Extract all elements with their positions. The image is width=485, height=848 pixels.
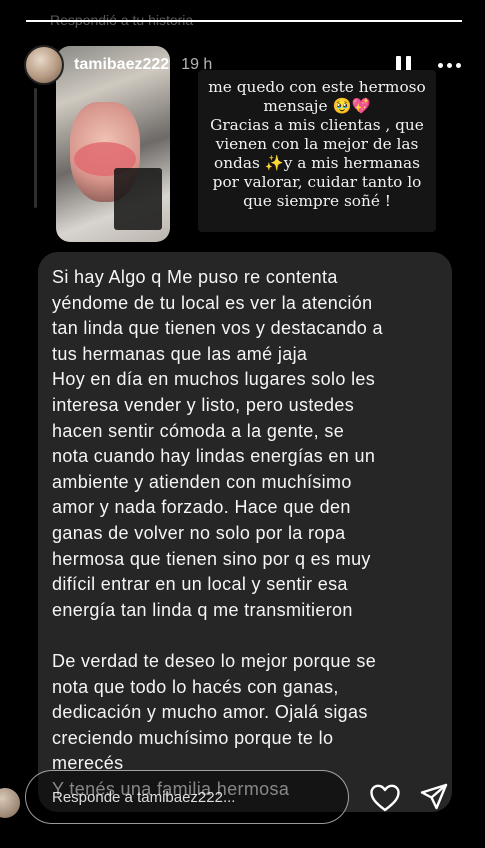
message-line: tus hermanas que las amé jaja bbox=[52, 343, 308, 364]
avatar[interactable] bbox=[24, 45, 64, 85]
story-text-line: por valorar, cuidar tanto lo bbox=[212, 173, 422, 191]
message-line: amor y nada forzado. Hace que den bbox=[52, 497, 351, 518]
message-line: Si hay Algo q Me puso re contenta bbox=[52, 267, 338, 287]
story-text-card: me quedo con este hermoso mensaje 🥹💖 Gra… bbox=[198, 70, 436, 232]
message-line: creciendo muchísimo porque te lo bbox=[52, 727, 334, 748]
message-line: interesa vender y listo, pero ustedes bbox=[52, 394, 355, 415]
message-line: nota que todo lo hacés con ganas, bbox=[52, 676, 339, 697]
send-icon[interactable] bbox=[419, 782, 449, 812]
viewer-avatar bbox=[0, 788, 20, 818]
story-text-line: que siempre soñé ! bbox=[243, 192, 391, 210]
message-line: tan linda que tienen vos y destacando a bbox=[52, 318, 383, 339]
reply-input[interactable] bbox=[52, 788, 348, 806]
reply-thread-line bbox=[34, 88, 37, 208]
message-paragraph-gap bbox=[52, 623, 452, 649]
story-photo-caption bbox=[114, 168, 162, 230]
message-line: hacen sentir cómoda a la gente, se bbox=[52, 420, 345, 441]
message-line: difícil entrar en un local y sentir esa bbox=[52, 574, 348, 595]
story-text-line: mensaje 🥹💖 bbox=[263, 97, 371, 115]
replied-to-story-label: Respondió a tu historia bbox=[50, 12, 194, 28]
message-line: ganas de volver no solo por la ropa bbox=[52, 522, 346, 543]
message-line: hermosa que tienen sino por q es muy bbox=[52, 548, 371, 569]
story-text-line: vienen con la mejor de las bbox=[215, 135, 419, 153]
message-line: ambiente y atienden con muchísimo bbox=[52, 471, 352, 492]
story-text-line: me quedo con este hermoso bbox=[208, 78, 426, 96]
message-line: energía tan linda q me transmitieron bbox=[52, 599, 353, 620]
more-options-icon[interactable] bbox=[435, 53, 463, 77]
heart-icon[interactable] bbox=[369, 783, 401, 813]
story-text-line: ondas ✨y a mis hermanas bbox=[214, 154, 420, 172]
message-bubble[interactable]: Si hay Algo q Me puso re contenta yéndom… bbox=[38, 252, 452, 812]
message-line: dedicación y mucho amor. Ojalá sigas bbox=[52, 702, 368, 723]
message-line: De verdad te deseo lo mejor porque se bbox=[52, 650, 377, 671]
reply-bar[interactable] bbox=[25, 770, 349, 824]
username[interactable]: tamibaez222 bbox=[74, 56, 169, 74]
story-text-line: Gracias a mis clientas , que bbox=[210, 116, 424, 134]
message-line: Hoy en día en muchos lugares solo les bbox=[52, 369, 376, 390]
message-line: yéndome de tu local es ver la atención bbox=[52, 292, 373, 313]
message-line: nota cuando hay lindas energías en un bbox=[52, 446, 376, 467]
